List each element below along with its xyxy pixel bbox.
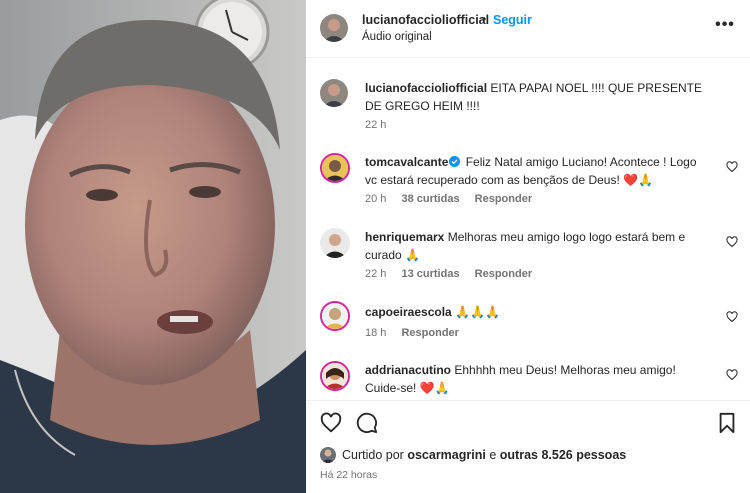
comment-meta: 18 h Responder [365, 327, 471, 339]
caption-meta: 22 h [365, 119, 398, 131]
comment-time[interactable]: 22 h [365, 268, 386, 280]
comment-meta: 20 h 38 curtidas Responder [365, 193, 544, 205]
comment-username[interactable]: capoeiraescola [365, 305, 452, 319]
post-actions: Curtido por oscarmagrini e outras 8.526 … [306, 400, 750, 493]
liked-others[interactable]: outras 8.526 pessoas [500, 448, 626, 462]
comment-meta: 22 h 13 curtidas Responder [365, 268, 544, 280]
liked-prefix: Curtido por [342, 448, 404, 462]
post-sidebar: lucianofaccioliofficial • Seguir Áudio o… [306, 0, 750, 493]
reply-button[interactable]: Responder [475, 193, 532, 205]
post-header: lucianofaccioliofficial • Seguir Áudio o… [306, 0, 750, 58]
heart-icon[interactable] [726, 369, 738, 381]
liked-by: Curtido por oscarmagrini e outras 8.526 … [320, 446, 626, 464]
verified-badge-icon [449, 156, 461, 167]
comment-avatar[interactable] [320, 361, 350, 391]
reply-button[interactable]: Responder [475, 268, 532, 280]
bookmark-icon[interactable] [716, 412, 738, 434]
caption-username[interactable]: lucianofaccioliofficial [365, 81, 487, 95]
liker-avatar[interactable] [320, 447, 336, 463]
author-avatar[interactable] [320, 14, 348, 42]
comment-icon[interactable] [356, 412, 378, 434]
heart-icon[interactable] [726, 311, 738, 323]
comment-text: henriquemarx Melhoras meu amigo logo log… [365, 228, 705, 264]
heart-icon[interactable] [726, 236, 738, 248]
comment-text: addrianacutino Ehhhhh meu Deus! Melhoras… [365, 361, 705, 397]
comment-likes[interactable]: 38 curtidas [401, 193, 459, 205]
comment-time[interactable]: 20 h [365, 193, 386, 205]
video-frame-image [0, 0, 306, 493]
comment-username[interactable]: tomcavalcante [365, 155, 448, 169]
post-time[interactable]: Há 22 horas [320, 469, 377, 481]
reply-button[interactable]: Responder [401, 327, 458, 339]
comment-time[interactable]: 18 h [365, 327, 386, 339]
caption-avatar[interactable] [320, 79, 348, 107]
heart-icon[interactable] [726, 161, 738, 173]
heart-icon[interactable] [320, 412, 342, 434]
comment-avatar[interactable] [320, 301, 350, 331]
comment-username[interactable]: henriquemarx [365, 230, 444, 244]
caption-text: lucianofaccioliofficial EITA PAPAI NOEL … [365, 79, 705, 115]
post-media[interactable] [0, 0, 306, 493]
comment-username[interactable]: addrianacutino [365, 363, 451, 377]
separator-dot: • [482, 12, 487, 26]
comment-text: capoeiraescola 🙏🙏🙏 [365, 303, 705, 321]
comment-body: 🙏🙏🙏 [455, 305, 500, 319]
comment-avatar[interactable] [320, 228, 350, 258]
comments-list: lucianofaccioliofficial EITA PAPAI NOEL … [306, 58, 750, 400]
author-username[interactable]: lucianofaccioliofficial [362, 13, 489, 27]
caption-time[interactable]: 22 h [365, 119, 386, 131]
liked-middle: e [489, 448, 497, 462]
comment-likes[interactable]: 13 curtidas [401, 268, 459, 280]
more-horizontal-icon[interactable]: ••• [714, 14, 736, 36]
comment-text: tomcavalcante Feliz Natal amigo Luciano!… [365, 153, 705, 189]
comment-avatar[interactable] [320, 153, 350, 183]
audio-label[interactable]: Áudio original [362, 31, 432, 43]
follow-button[interactable]: Seguir [493, 13, 532, 27]
liked-user[interactable]: oscarmagrini [407, 448, 486, 462]
